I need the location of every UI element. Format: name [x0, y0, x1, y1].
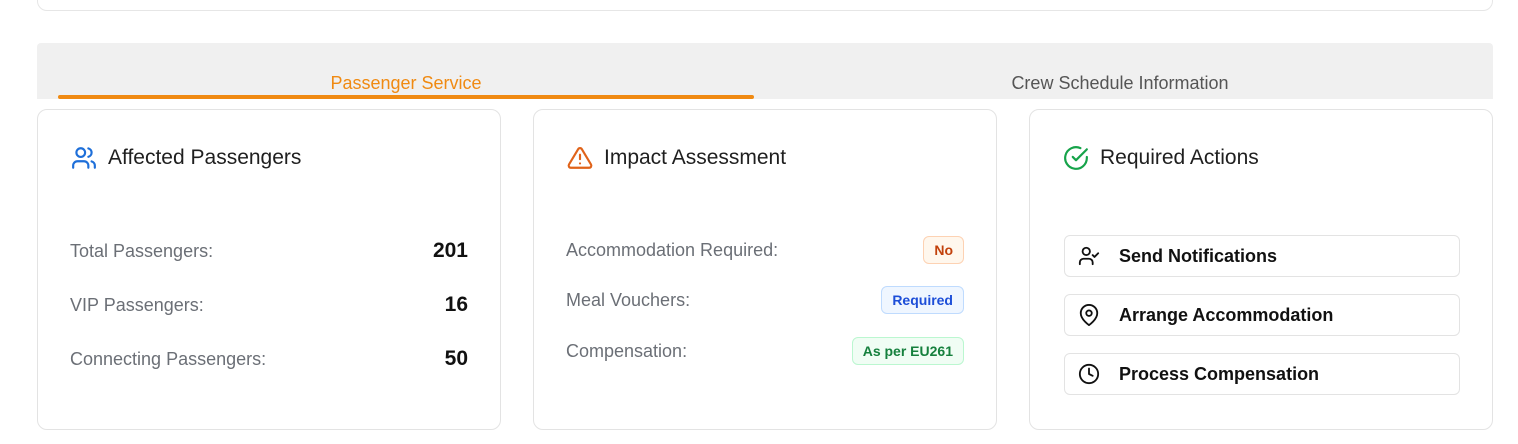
tabs-bar: Passenger Service Crew Schedule Informat… — [37, 43, 1493, 99]
row-label: VIP Passengers: — [70, 294, 204, 315]
clock-icon — [1077, 362, 1101, 386]
send-notifications-button[interactable]: Send Notifications — [1064, 235, 1460, 277]
process-compensation-button[interactable]: Process Compensation — [1064, 353, 1460, 395]
row-label: Compensation: — [566, 340, 688, 361]
users-icon — [70, 144, 98, 172]
active-tab-indicator — [58, 95, 754, 99]
accommodation-required-row: Accommodation Required: No — [566, 236, 964, 264]
affected-passengers-card: Affected Passengers Total Passengers: 20… — [37, 109, 501, 430]
row-label: Accommodation Required: — [566, 239, 779, 260]
arrange-accommodation-button[interactable]: Arrange Accommodation — [1064, 294, 1460, 336]
button-label: Send Notifications — [1119, 245, 1278, 266]
card-title: Affected Passengers — [108, 146, 302, 169]
button-label: Arrange Accommodation — [1119, 304, 1334, 325]
status-badge: No — [923, 236, 964, 264]
meal-vouchers-row: Meal Vouchers: Required — [566, 286, 964, 314]
user-check-icon — [1077, 244, 1101, 268]
total-passengers-row: Total Passengers: 201 — [70, 239, 468, 263]
card-header: Impact Assessment — [566, 144, 786, 172]
total-passengers-value: 201 — [432, 239, 468, 262]
compensation-row: Compensation: As per EU261 — [566, 337, 964, 365]
status-badge: Required — [881, 286, 964, 314]
vip-passengers-row: VIP Passengers: 16 — [70, 293, 468, 317]
check-circle-icon — [1062, 144, 1090, 172]
impact-assessment-card: Impact Assessment Accommodation Required… — [533, 109, 997, 430]
tab-crew-schedule-information[interactable]: Crew Schedule Information — [772, 43, 1468, 99]
card-header: Affected Passengers — [70, 144, 301, 172]
card-title: Required Actions — [1100, 146, 1259, 169]
row-label: Meal Vouchers: — [566, 289, 691, 310]
connecting-passengers-value: 50 — [444, 347, 468, 370]
tab-passenger-service[interactable]: Passenger Service — [58, 43, 754, 99]
warning-triangle-icon — [566, 144, 594, 172]
required-actions-card: Required Actions Send Notifications Arra… — [1029, 109, 1493, 430]
button-label: Process Compensation — [1119, 363, 1320, 384]
previous-card-edge — [37, 0, 1493, 11]
card-header: Required Actions — [1062, 144, 1259, 172]
row-label: Total Passengers: — [70, 240, 214, 261]
vip-passengers-value: 16 — [444, 293, 468, 316]
card-title: Impact Assessment — [604, 146, 787, 169]
connecting-passengers-row: Connecting Passengers: 50 — [70, 347, 468, 371]
row-label: Connecting Passengers: — [70, 348, 267, 369]
map-pin-icon — [1077, 303, 1101, 327]
status-badge: As per EU261 — [851, 337, 964, 365]
